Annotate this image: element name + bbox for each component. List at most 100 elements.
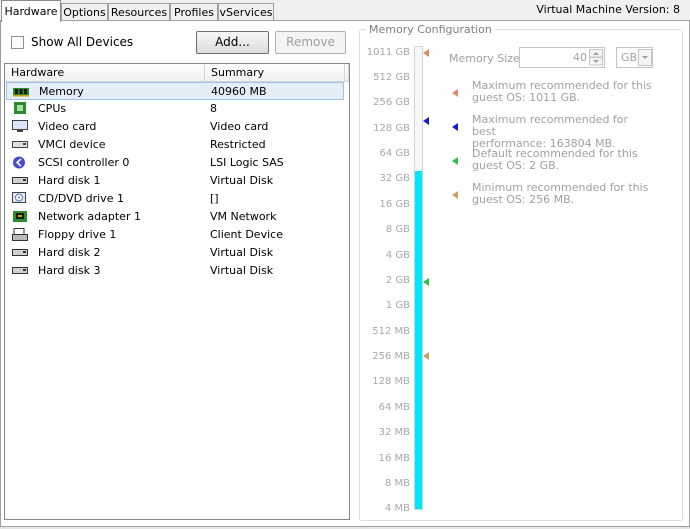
show-all-devices-label: Show All Devices [31,35,134,49]
scale-label: 1 GB [385,300,410,311]
scale-label: 256 GB [373,97,410,108]
row-summary: [] [210,192,219,205]
cpu-icon [14,102,26,114]
legend-min: Minimum recommended for this guest OS: 2… [472,182,652,206]
tab-vservices[interactable]: vServices [218,3,274,20]
legend-line2: guest OS: 1011 GB. [472,91,581,104]
max-performance-marker-icon [423,117,429,125]
row-summary: 8 [210,102,217,115]
add-button[interactable]: Add... [196,31,269,54]
row-name: VMCI device [38,138,106,151]
memory-size-input[interactable]: 40 [519,47,605,68]
cdrom-icon [12,192,26,203]
legend-max-performance: Maximum recommended for best performance… [472,114,652,150]
scale-label: 1011 GB [366,47,410,58]
row-summary: 40960 MB [211,85,267,98]
spin-arrows-icon[interactable] [589,49,603,66]
legend-line1: Maximum recommended for best [472,113,629,138]
monitor-icon [12,120,28,132]
disk-icon [12,267,28,274]
chevron-down-icon[interactable] [638,49,652,66]
row-summary: Virtual Disk [210,174,274,187]
row-summary: Restricted [210,138,266,151]
legend-default: Default recommended for this guest OS: 2… [472,148,652,172]
min-marker-icon [423,352,429,360]
scale-label: 16 GB [379,199,410,210]
table-row[interactable]: VMCI device Restricted [6,136,344,154]
scale-label: 512 GB [373,72,410,83]
row-summary: Video card [210,120,269,133]
scale-label: 2 GB [385,275,410,286]
memory-size-label: Memory Size: [449,52,524,65]
device-icon [12,141,28,148]
column-header-summary[interactable]: Summary [205,64,345,82]
legend-max-os: Maximum recommended for this guest OS: 1… [472,80,652,104]
scale-label: 4 MB [384,503,410,514]
row-name: Hard disk 1 [38,174,101,187]
row-summary: Client Device [210,228,283,241]
scale-label: 128 MB [372,376,410,387]
tab-hardware[interactable]: Hardware [1,0,61,22]
disk-icon [12,249,28,256]
legend-line2: guest OS: 256 MB. [472,193,575,206]
legend-line2: guest OS: 2 GB. [472,159,560,172]
floppy-icon [12,228,28,241]
table-row[interactable]: SCSI controller 0 LSI Logic SAS [6,154,344,172]
row-name: CD/DVD drive 1 [38,192,124,205]
memory-unit-value: GB [621,51,638,64]
memory-configuration-title: Memory Configuration [366,23,495,36]
table-row[interactable]: Video card Video card [6,118,344,136]
row-name: Network adapter 1 [38,210,141,223]
legend-max-performance-icon [452,123,458,131]
tab-resources[interactable]: Resources [108,3,170,20]
table-row[interactable]: Memory 40960 MB [6,82,344,100]
memory-size-value: 40 [573,51,587,64]
max-os-marker-icon [423,49,429,57]
legend-min-icon [452,191,458,199]
tab-profiles[interactable]: Profiles [170,3,218,20]
table-row[interactable]: Hard disk 2 Virtual Disk [6,244,344,262]
column-header-hardware[interactable]: Hardware [5,64,205,82]
scale-label: 8 GB [385,224,410,235]
scsi-icon [13,156,25,169]
row-name: Hard disk 2 [38,246,101,259]
scale-label: 32 GB [379,173,410,184]
scale-label: 64 MB [378,402,410,413]
row-summary: Virtual Disk [210,246,274,259]
table-row[interactable]: Hard disk 1 Virtual Disk [6,172,344,190]
row-name: SCSI controller 0 [38,156,130,169]
scale-label: 128 GB [373,123,410,134]
vm-version: Virtual Machine Version: 8 [536,3,680,16]
table-row[interactable]: Hard disk 3 Virtual Disk [6,262,344,280]
tab-bar: Hardware Options Resources Profiles vSer… [0,0,690,22]
memory-slider-fill [415,171,422,509]
memory-unit-select[interactable]: GB [616,47,653,68]
scale-label: 256 MB [372,351,410,362]
row-name: Floppy drive 1 [38,228,117,241]
table-row[interactable]: CPUs 8 [6,100,344,118]
scale-label: 512 MB [372,326,410,337]
scale-label: 8 MB [384,478,410,489]
network-icon [13,211,27,222]
scale-label: 32 MB [378,427,410,438]
row-summary: LSI Logic SAS [210,156,284,169]
table-row[interactable]: Network adapter 1 VM Network [6,208,344,226]
scale-label: 4 GB [385,250,410,261]
row-name: CPUs [38,102,67,115]
table-row[interactable]: CD/DVD drive 1 [] [6,190,344,208]
scale-label: 16 MB [378,453,410,464]
legend-max-os-icon [452,89,458,97]
memory-icon [13,88,29,97]
table-row[interactable]: Floppy drive 1 Client Device [6,226,344,244]
default-marker-icon [423,278,429,286]
column-header-filler [345,64,349,82]
row-summary: Virtual Disk [210,264,274,277]
show-all-devices-checkbox[interactable] [11,36,24,49]
row-name: Video card [38,120,97,133]
disk-icon [12,177,28,184]
tab-options[interactable]: Options [61,3,108,20]
row-summary: VM Network [210,210,277,223]
row-name: Memory [39,85,84,98]
remove-button[interactable]: Remove [275,31,346,54]
legend-default-icon [452,157,458,165]
